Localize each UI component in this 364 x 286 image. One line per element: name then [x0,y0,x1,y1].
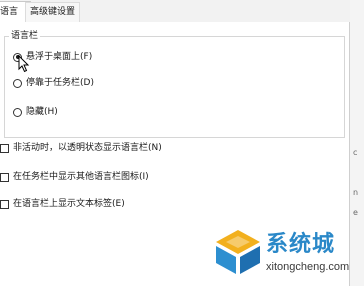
watermark-url: xitongcheng.com [266,261,350,273]
checkbox-label-other-icons: 在任务栏中显示其他语言栏图标(I) [13,172,149,182]
edge-char: e [353,208,358,217]
radio-label-hidden: 隐藏(H) [26,107,58,117]
checkbox-transparent-when-inactive[interactable]: 非活动时，以透明状态显示语言栏(N) [0,141,162,155]
language-bar-group: 语言栏 悬浮于桌面上(F) 停靠于任务栏(D) 隐藏(H) [4,30,345,138]
radio-label-floating: 悬浮于桌面上(F) [26,52,93,62]
group-title: 语言栏 [9,30,41,42]
tab-strip: 语言栏 高级键设置 [0,0,350,24]
watermark-text: 系统城 [266,232,336,257]
checkbox-box[interactable] [0,143,9,153]
tab-advanced-key-settings[interactable]: 高级键设置 [25,2,81,22]
radio-button[interactable] [13,78,22,88]
radio-hidden[interactable]: 隐藏(H) [13,105,58,119]
checkbox-label-transparent: 非活动时，以透明状态显示语言栏(N) [13,143,162,153]
checkbox-box[interactable] [0,199,9,209]
mouse-cursor-icon [18,55,30,73]
checkbox-show-text-labels[interactable]: 在语言栏上显示文本标签(E) [0,197,125,211]
watermark: 系统城 xitongcheng.com [214,228,364,286]
edge-char: n [353,188,359,197]
checkbox-box[interactable] [0,172,9,182]
radio-docked-in-taskbar[interactable]: 停靠于任务栏(D) [13,76,94,90]
checkbox-show-other-icons[interactable]: 在任务栏中显示其他语言栏图标(I) [0,170,149,184]
radio-label-docked: 停靠于任务栏(D) [26,78,94,88]
watermark-logo-icon [216,230,260,274]
radio-button[interactable] [13,107,22,117]
checkbox-label-text-labels: 在语言栏上显示文本标签(E) [13,199,125,209]
edge-char: c [353,148,358,157]
